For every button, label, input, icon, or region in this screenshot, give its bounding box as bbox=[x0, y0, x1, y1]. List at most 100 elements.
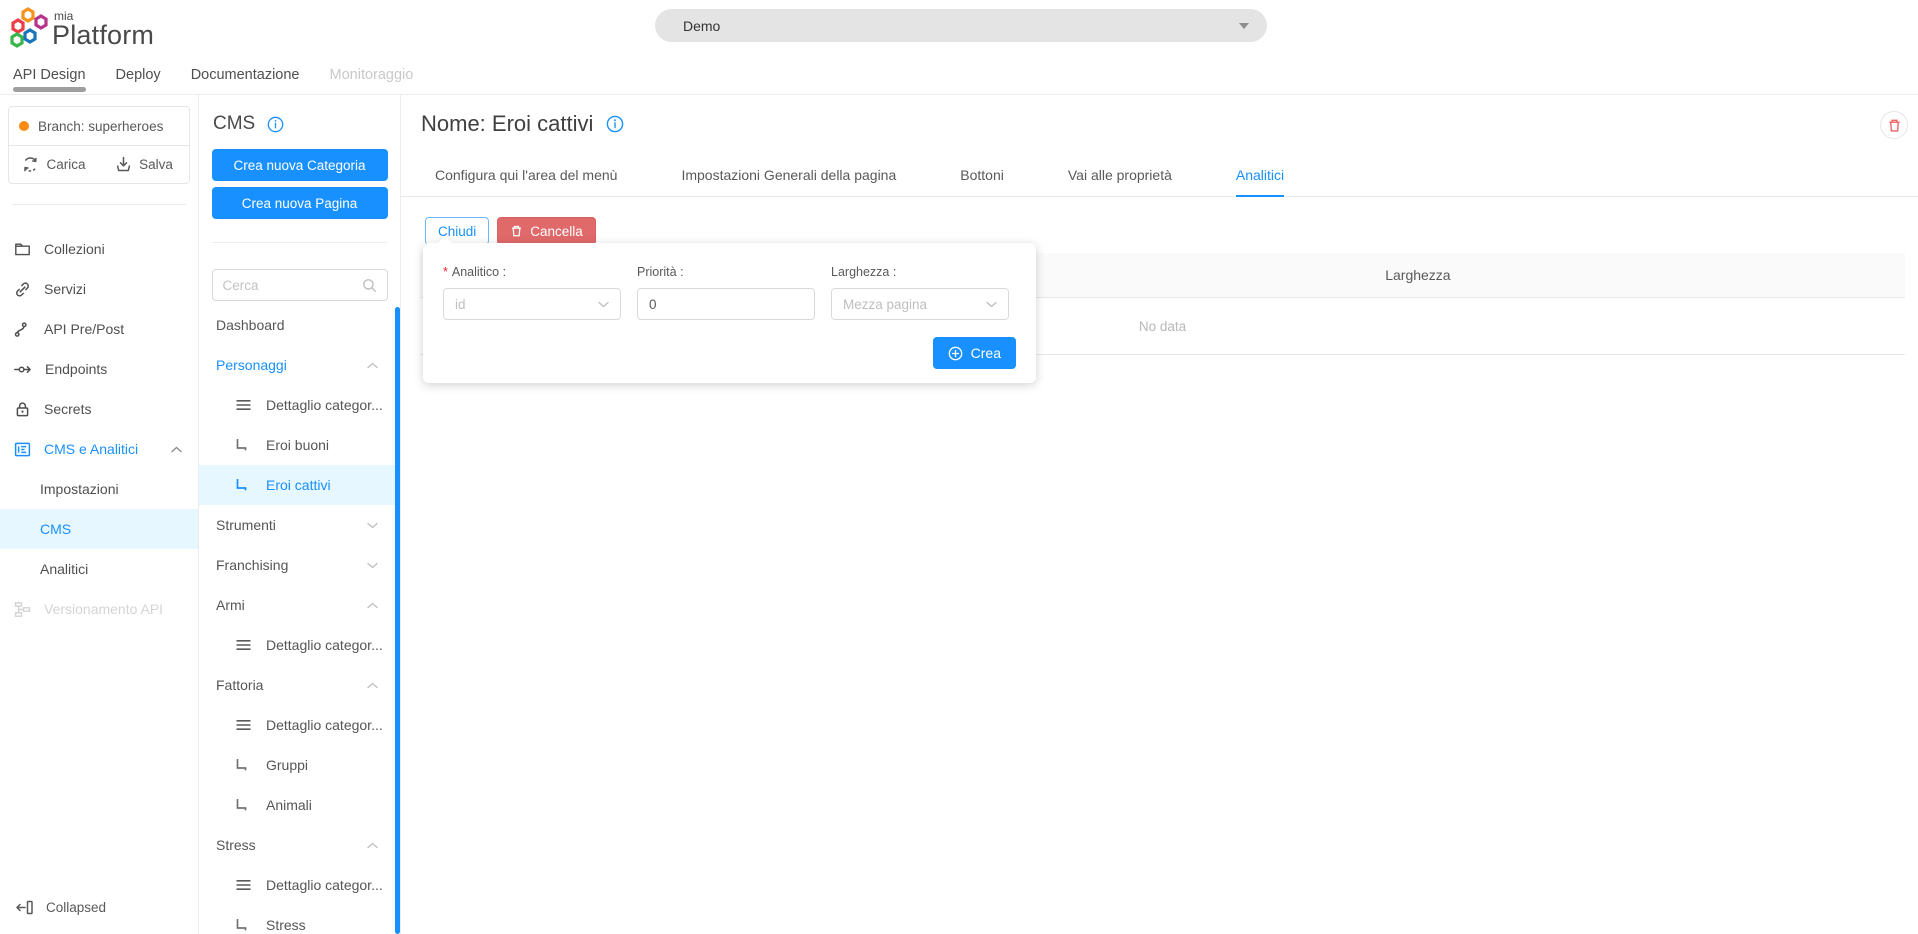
logo-hexagons-icon bbox=[10, 7, 48, 48]
tree-category-personaggi[interactable]: Personaggi bbox=[199, 345, 400, 385]
load-branch-button[interactable]: Carica bbox=[9, 146, 99, 183]
tab-configura-menu[interactable]: Configura qui l'area del menù bbox=[435, 153, 617, 196]
tab-analitici[interactable]: Analitici bbox=[1235, 153, 1285, 197]
sidebar-divider bbox=[12, 204, 186, 205]
chevron-up-icon bbox=[367, 602, 378, 608]
sidebar-subitem-impostazioni[interactable]: Impostazioni bbox=[0, 469, 198, 509]
tree-search[interactable] bbox=[211, 269, 388, 301]
sidebar-subitem-cms[interactable]: CMS bbox=[0, 509, 198, 549]
project-selector[interactable]: Demo bbox=[655, 9, 1267, 42]
cms-icon bbox=[14, 442, 31, 456]
endpoint-icon bbox=[14, 365, 31, 373]
reload-icon bbox=[24, 157, 38, 172]
plus-circle-icon bbox=[948, 346, 962, 360]
trash-icon bbox=[1888, 119, 1900, 132]
tab-bottoni[interactable]: Bottoni bbox=[960, 153, 1004, 196]
tree-category-armi[interactable]: Armi bbox=[199, 585, 400, 625]
info-icon[interactable] bbox=[606, 115, 624, 133]
required-asterisk: * bbox=[443, 265, 448, 279]
tree-category-franchising[interactable]: Franchising bbox=[199, 545, 400, 585]
analitico-select[interactable]: id bbox=[443, 288, 621, 320]
tree-scrollbar-thumb[interactable] bbox=[395, 307, 400, 934]
sidebar-item-versionamento-api: Versionamento API bbox=[0, 589, 198, 629]
nav-tab-api-design[interactable]: API Design bbox=[13, 55, 86, 94]
page-detail-area: Nome: Eroi cattivi Configura qui l'area … bbox=[401, 95, 1918, 934]
chevron-down-icon bbox=[367, 562, 378, 568]
sidebar-subitem-analitici[interactable]: Analitici bbox=[0, 549, 198, 589]
page-title: Nome: Eroi cattivi bbox=[421, 111, 594, 136]
sidebar-item-cms-e-analitici[interactable]: CMS e Analitici bbox=[0, 429, 198, 469]
nav-tab-monitoraggio: Monitoraggio bbox=[329, 66, 414, 83]
tree-item-dashboard[interactable]: Dashboard bbox=[199, 305, 400, 345]
menu-lines-icon bbox=[236, 880, 251, 890]
detail-tabs: Configura qui l'area del menù Impostazio… bbox=[401, 153, 1918, 197]
lock-icon bbox=[16, 401, 29, 416]
tree-page-eroi-buoni[interactable]: Eroi buoni bbox=[199, 425, 400, 465]
tree-item-dettaglio-categoria[interactable]: Dettaglio categor... bbox=[199, 385, 400, 425]
create-category-button[interactable]: Crea nuova Categoria bbox=[211, 149, 388, 181]
subpage-arrow-icon bbox=[236, 799, 247, 811]
info-icon[interactable] bbox=[267, 116, 284, 133]
create-analytic-popover: *Analitico : id Priorità : Larghezza : M… bbox=[423, 235, 1036, 383]
chevron-down-icon bbox=[986, 301, 997, 307]
nav-tab-documentazione[interactable]: Documentazione bbox=[191, 55, 300, 94]
tree-item-dettaglio-categoria[interactable]: Dettaglio categor... bbox=[199, 865, 400, 905]
chevron-up-icon bbox=[367, 682, 378, 688]
sidebar-item-secrets[interactable]: Secrets bbox=[0, 389, 198, 429]
tree-page-stress[interactable]: Stress bbox=[199, 905, 400, 934]
versioning-icon bbox=[14, 601, 31, 617]
tree-item-dettaglio-categoria[interactable]: Dettaglio categor... bbox=[199, 705, 400, 745]
delete-button[interactable]: Cancella bbox=[497, 217, 596, 245]
sidebar-item-collezioni[interactable]: Collezioni bbox=[0, 229, 198, 269]
larghezza-select[interactable]: Mezza pagina bbox=[831, 288, 1009, 320]
project-selector-value: Demo bbox=[683, 17, 721, 34]
tree-search-input[interactable] bbox=[222, 277, 362, 293]
panel-divider bbox=[212, 242, 387, 243]
save-branch-button[interactable]: Salva bbox=[99, 146, 189, 183]
trash-icon bbox=[512, 225, 522, 237]
chevron-down-icon bbox=[598, 301, 609, 307]
tab-impostazioni-generali[interactable]: Impostazioni Generali della pagina bbox=[681, 153, 896, 196]
menu-lines-icon bbox=[236, 400, 251, 410]
priorita-input[interactable] bbox=[637, 288, 815, 320]
left-sidebar: Branch: superheroes Carica Salva Collezi… bbox=[0, 95, 199, 934]
larghezza-label: Larghezza : bbox=[831, 265, 897, 279]
subpage-arrow-icon bbox=[236, 479, 247, 491]
analitico-select-value: id bbox=[455, 296, 466, 312]
close-button[interactable]: Chiudi bbox=[425, 217, 490, 245]
tree-category-strumenti[interactable]: Strumenti bbox=[199, 505, 400, 545]
sidebar-collapse-toggle[interactable]: Collapsed bbox=[0, 890, 106, 924]
branch-status-dot bbox=[19, 121, 29, 131]
tree-page-animali[interactable]: Animali bbox=[199, 785, 400, 825]
tree-category-fattoria[interactable]: Fattoria bbox=[199, 665, 400, 705]
nav-tab-deploy[interactable]: Deploy bbox=[116, 55, 161, 94]
link-icon bbox=[16, 281, 29, 297]
branch-box: Branch: superheroes Carica Salva bbox=[8, 106, 190, 184]
tab-vai-alle-proprieta[interactable]: Vai alle proprietà bbox=[1068, 153, 1172, 196]
sidebar-item-endpoints[interactable]: Endpoints bbox=[0, 349, 198, 389]
chevron-down-icon bbox=[1239, 22, 1249, 29]
branch-label: Branch: superheroes bbox=[38, 118, 164, 134]
create-page-button[interactable]: Crea nuova Pagina bbox=[211, 187, 388, 219]
mia-platform-logo: mia Platform bbox=[10, 6, 154, 50]
hook-icon bbox=[14, 321, 27, 337]
delete-page-button[interactable] bbox=[1880, 111, 1908, 139]
mia-platform-console: mia Platform Demo API Design Deploy Docu… bbox=[0, 0, 1918, 934]
priorita-label: Priorità : bbox=[637, 265, 684, 279]
subpage-arrow-icon bbox=[236, 919, 247, 931]
download-icon bbox=[116, 156, 131, 172]
sidebar-item-servizi[interactable]: Servizi bbox=[0, 269, 198, 309]
tree-page-eroi-cattivi[interactable]: Eroi cattivi bbox=[199, 465, 400, 505]
tree-category-stress[interactable]: Stress bbox=[199, 825, 400, 865]
chevron-down-icon bbox=[367, 522, 378, 528]
folder-icon bbox=[15, 243, 30, 255]
create-button[interactable]: Crea bbox=[932, 337, 1016, 369]
larghezza-select-value: Mezza pagina bbox=[843, 296, 928, 312]
tree-page-gruppi[interactable]: Gruppi bbox=[199, 745, 400, 785]
tree-item-dettaglio-categoria[interactable]: Dettaglio categor... bbox=[199, 625, 400, 665]
load-label: Carica bbox=[46, 157, 86, 172]
analitico-label: Analitico : bbox=[451, 265, 507, 279]
sidebar-item-api-pre-post[interactable]: API Pre/Post bbox=[0, 309, 198, 349]
top-header: mia Platform Demo bbox=[0, 0, 1918, 55]
no-data-text: No data bbox=[1138, 318, 1187, 334]
